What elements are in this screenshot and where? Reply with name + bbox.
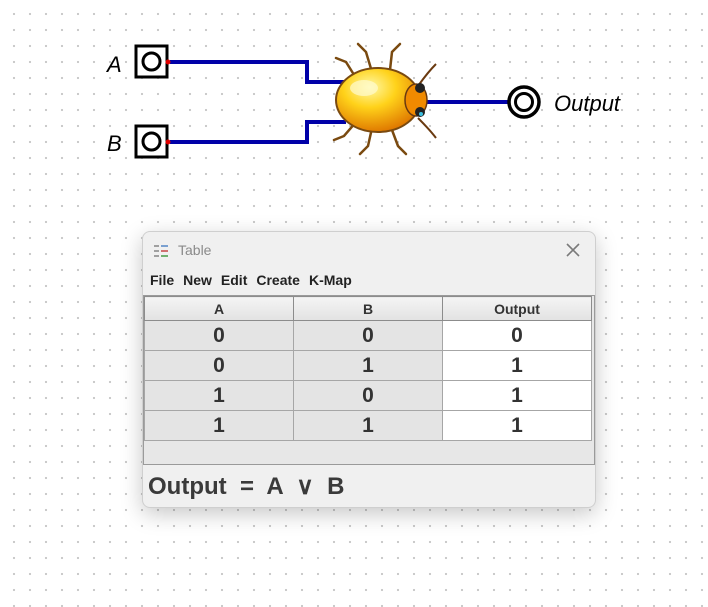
wire-a[interactable] bbox=[170, 60, 346, 84]
column-header-output[interactable]: Output bbox=[442, 296, 592, 321]
cell-b: 0 bbox=[293, 320, 443, 351]
output-pin[interactable] bbox=[507, 85, 541, 119]
cell-a: 1 bbox=[144, 410, 294, 441]
cell-b: 1 bbox=[293, 410, 443, 441]
menu-bar: File New Edit Create K-Map bbox=[143, 270, 354, 292]
table-icon bbox=[153, 243, 169, 259]
dialog-titlebar[interactable]: Table bbox=[143, 232, 595, 268]
menu-edit[interactable]: Edit bbox=[220, 270, 248, 292]
cell-a: 0 bbox=[144, 350, 294, 381]
boolean-expression: Output = A ∨ B bbox=[148, 473, 345, 500]
output-pin-label: Output bbox=[554, 91, 621, 116]
input-pin-a[interactable] bbox=[134, 44, 171, 79]
wire-b[interactable] bbox=[170, 120, 346, 144]
menu-file[interactable]: File bbox=[149, 270, 175, 292]
column-header-b[interactable]: B bbox=[293, 296, 443, 321]
input-a-label: A bbox=[105, 52, 122, 77]
menu-create[interactable]: Create bbox=[255, 270, 301, 292]
circuit-canvas: A B Output bbox=[105, 42, 621, 159]
menu-new[interactable]: New bbox=[182, 270, 213, 292]
ladybug-icon[interactable] bbox=[332, 42, 437, 156]
input-b-label: B bbox=[107, 131, 122, 156]
cell-a: 0 bbox=[144, 320, 294, 351]
cell-output[interactable]: 1 bbox=[442, 380, 592, 411]
table-row: 1 1 1 bbox=[144, 410, 592, 441]
table-dialog: Table File New Edit Create K-Map A B Out… bbox=[142, 231, 596, 508]
menu-kmap[interactable]: K-Map bbox=[308, 270, 353, 292]
close-icon[interactable] bbox=[561, 238, 585, 262]
table-row: 0 0 0 bbox=[144, 320, 592, 351]
truth-table: A B Output 0 0 0 0 1 1 1 0 1 1 1 1 bbox=[143, 295, 595, 465]
input-pin-b[interactable] bbox=[134, 124, 171, 159]
cell-b: 1 bbox=[293, 350, 443, 381]
cell-output[interactable]: 1 bbox=[442, 410, 592, 441]
cell-a: 1 bbox=[144, 380, 294, 411]
table-row: 0 1 1 bbox=[144, 350, 592, 381]
cell-output[interactable]: 1 bbox=[442, 350, 592, 381]
cell-b: 0 bbox=[293, 380, 443, 411]
cell-output[interactable]: 0 bbox=[442, 320, 592, 351]
column-header-a[interactable]: A bbox=[144, 296, 294, 321]
dialog-title: Table bbox=[178, 242, 212, 258]
table-row: 1 0 1 bbox=[144, 380, 592, 411]
